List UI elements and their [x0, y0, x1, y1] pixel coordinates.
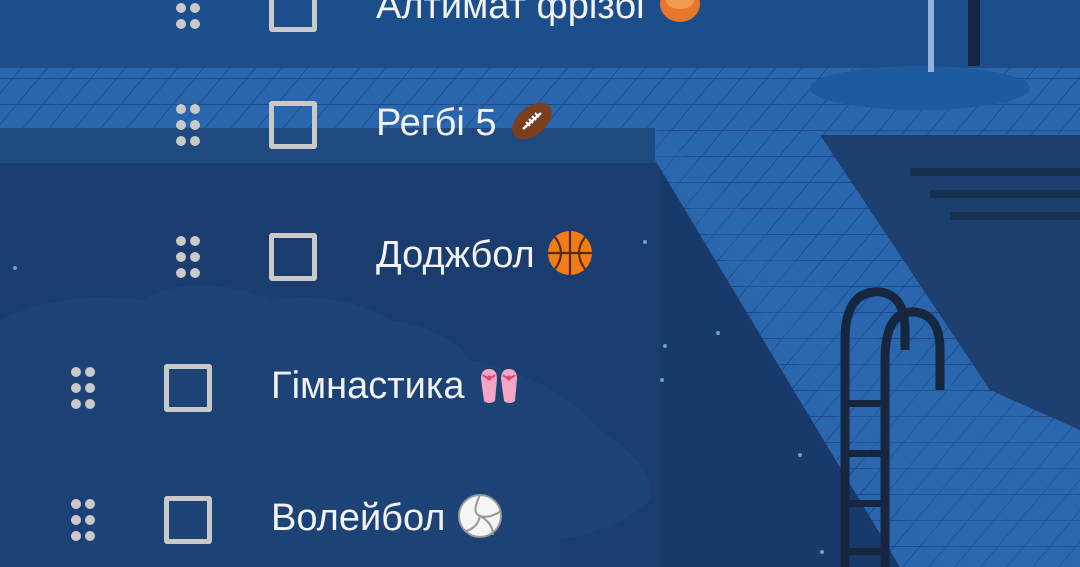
list-item[interactable]: Волейбол	[63, 480, 503, 560]
item-checkbox[interactable]	[164, 496, 212, 544]
basketball-icon	[547, 230, 593, 276]
item-checkbox[interactable]	[269, 101, 317, 149]
item-label: Доджбол	[376, 231, 593, 280]
rugby-football-icon	[509, 98, 555, 144]
volleyball-icon	[457, 493, 503, 539]
item-label-text: Волейбол	[271, 497, 446, 540]
item-checkbox[interactable]	[269, 0, 317, 32]
list-item[interactable]: Регбі 5	[168, 85, 555, 165]
screen: Алтимат фрізбі Регбі 5 Доджбол Гімнастик…	[0, 0, 1080, 567]
list-item[interactable]: Гімнастика	[63, 348, 523, 428]
item-label-text: Доджбол	[376, 234, 535, 277]
ballet-shoes-icon	[477, 361, 523, 407]
flying-disc-icon	[657, 0, 703, 27]
item-label: Алтимат фрізбі	[376, 0, 703, 31]
item-checkbox[interactable]	[269, 233, 317, 281]
list-item[interactable]: Алтимат фрізбі	[168, 0, 703, 48]
item-label: Регбі 5	[376, 102, 555, 148]
drag-handle-icon[interactable]	[63, 499, 103, 541]
item-label-text: Гімнастика	[271, 365, 465, 408]
drag-handle-icon[interactable]	[168, 236, 208, 278]
list-item[interactable]: Доджбол	[168, 217, 593, 297]
sports-list: Алтимат фрізбі Регбі 5 Доджбол Гімнастик…	[0, 0, 1080, 567]
item-label: Волейбол	[271, 494, 503, 543]
drag-handle-icon[interactable]	[168, 0, 208, 29]
item-label: Гімнастика	[271, 365, 523, 411]
item-label-text: Алтимат фрізбі	[376, 0, 645, 28]
item-checkbox[interactable]	[164, 364, 212, 412]
item-label-text: Регбі 5	[376, 102, 497, 145]
drag-handle-icon[interactable]	[168, 104, 208, 146]
drag-handle-icon[interactable]	[63, 367, 103, 409]
